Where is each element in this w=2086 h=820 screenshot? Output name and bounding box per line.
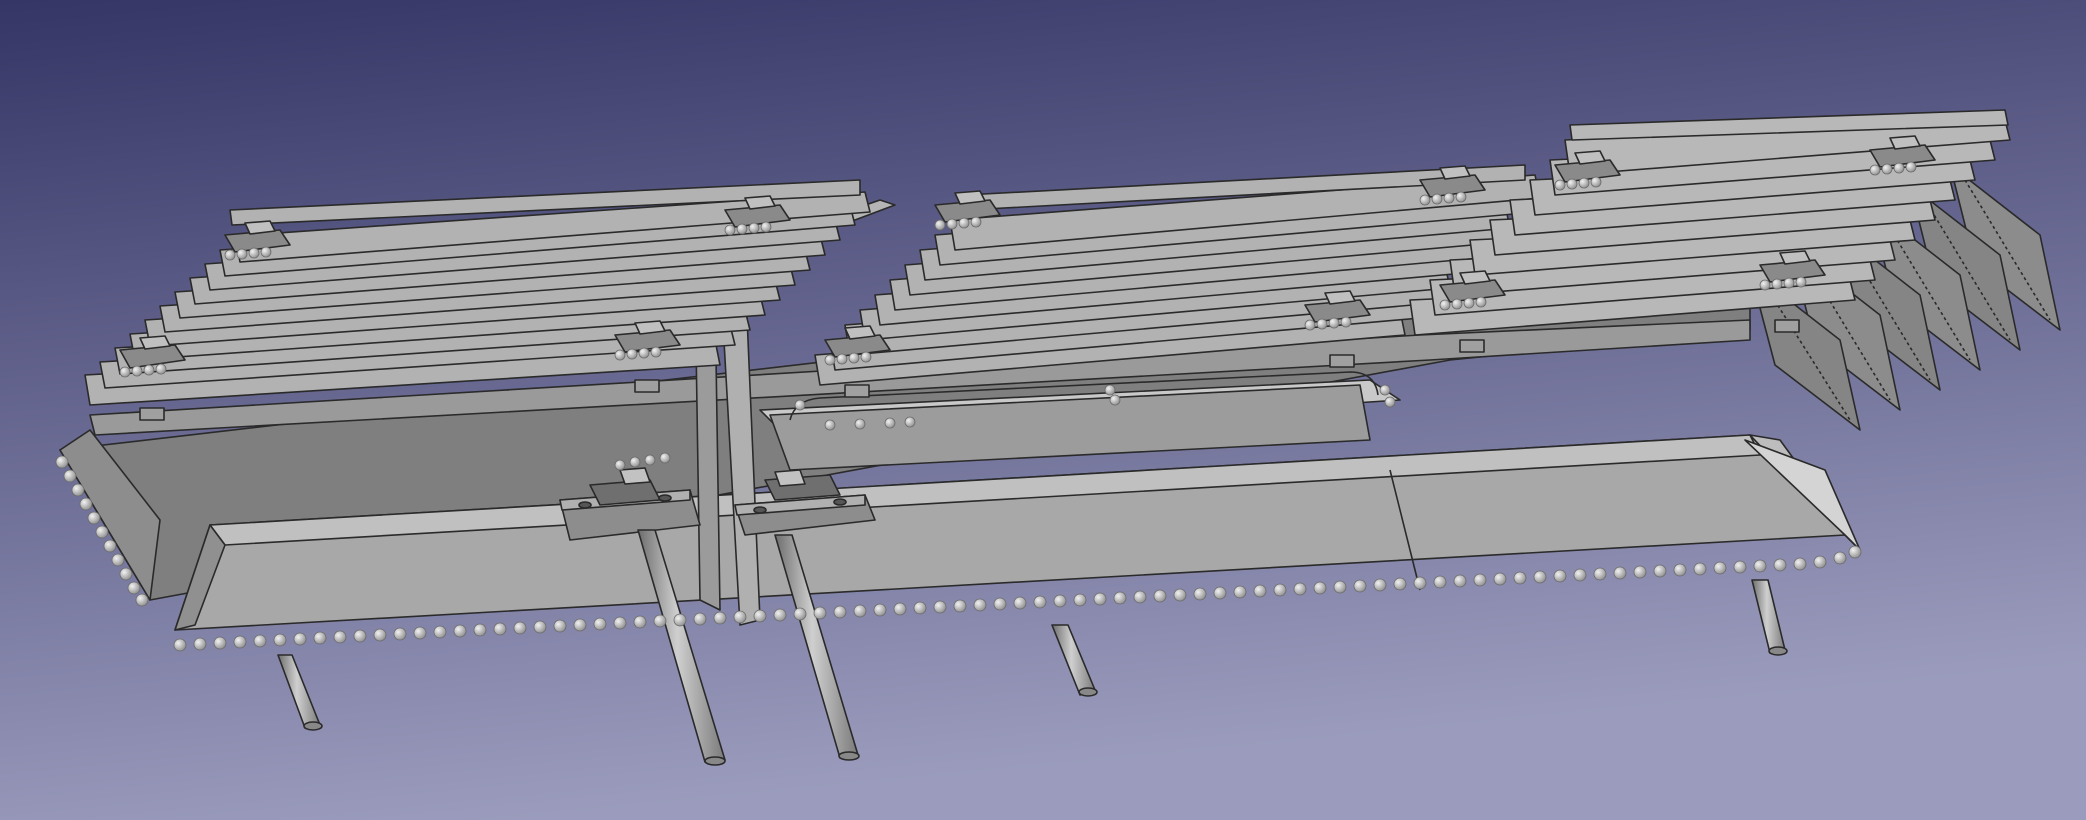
cad-model-scene[interactable] [0, 0, 2086, 820]
cad-3d-viewport[interactable] [0, 0, 2086, 820]
